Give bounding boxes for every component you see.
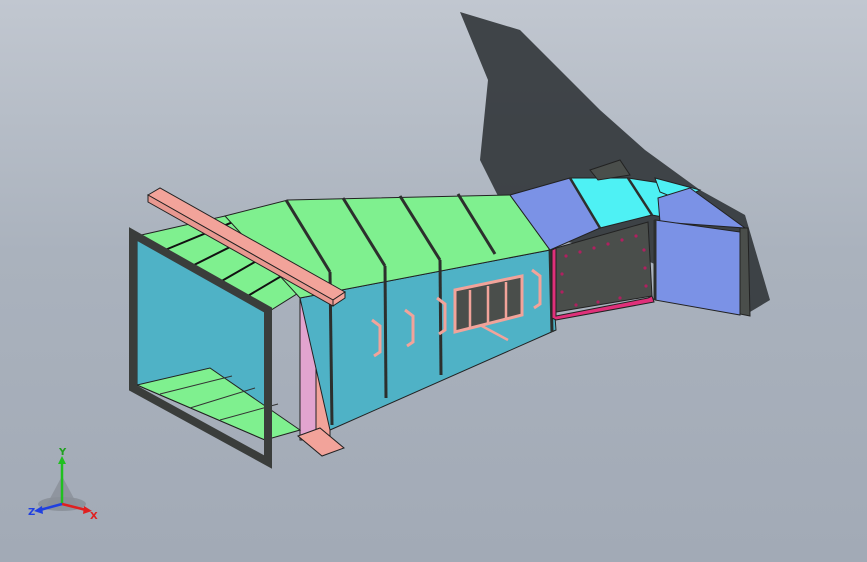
triad-x-label: X [90, 511, 98, 522]
triad-y-label: Y [58, 448, 67, 458]
duct-assembly-model[interactable] [0, 0, 867, 562]
triad-z-label: Z [28, 507, 35, 518]
outlet-face[interactable] [654, 219, 741, 316]
outlet-rim [739, 227, 751, 317]
view-orientation-triad[interactable]: Y X Z [26, 448, 104, 522]
triad-z-arrow [34, 506, 43, 514]
graphics-viewport[interactable]: Y X Z [0, 0, 867, 562]
